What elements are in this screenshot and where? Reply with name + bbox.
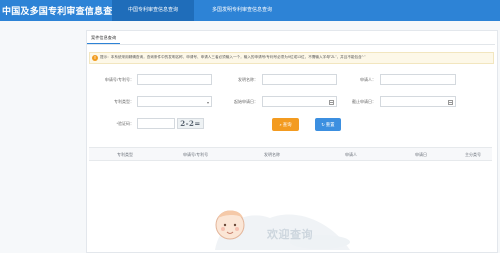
- captcha-label: *验证码：: [116, 121, 134, 126]
- search-button[interactable]: ⌕查询: [272, 118, 299, 131]
- notice-text: 提示：本系统采用精确查询，查询条件中的发明名称、申请号、申请人三者必须输入一个，…: [100, 55, 366, 59]
- patent-type-select[interactable]: ▾: [137, 96, 212, 107]
- patent-type-value[interactable]: [138, 97, 211, 106]
- site-title: 中国及多国专利审查信息查询: [2, 6, 122, 16]
- applicant-label: 申请人：: [360, 77, 376, 82]
- applicant-input[interactable]: [381, 75, 455, 84]
- start-date-label: 起始申请日：: [234, 99, 258, 104]
- search-icon: ⌕: [279, 122, 282, 127]
- tab-multi-country-query[interactable]: 多国发明专利审查信息查询: [196, 0, 288, 21]
- column-header: 申请日: [415, 151, 427, 157]
- calendar-icon[interactable]: [448, 99, 453, 105]
- column-header: 专利类型: [117, 151, 133, 157]
- column-header: 申请号/专利号: [183, 151, 209, 157]
- application-no-input[interactable]: [138, 75, 211, 84]
- reset-button[interactable]: ↻重置: [315, 118, 341, 131]
- end-date-input[interactable]: [381, 97, 455, 106]
- notice-banner: ! 提示：本系统采用精确查询，查询条件中的发明名称、申请号、申请人三者必须输入一…: [89, 52, 494, 64]
- captcha-image[interactable]: 2-2=: [177, 118, 204, 129]
- results-table-header: 专利类型 申请号/专利号 发明名称 申请人 申请日 主分类号: [89, 147, 492, 161]
- search-button-label: 查询: [282, 122, 292, 127]
- column-header: 申请人: [345, 151, 357, 157]
- captcha-field[interactable]: [137, 118, 175, 129]
- applicant-field[interactable]: [380, 74, 456, 85]
- reset-button-label: 重置: [325, 122, 335, 127]
- column-header: 主分类号: [465, 151, 481, 157]
- start-date-input[interactable]: [263, 97, 336, 106]
- application-no-field[interactable]: [137, 74, 212, 85]
- tab-case-info-query[interactable]: 案件信息查询: [87, 32, 121, 44]
- baby-face-icon: [215, 210, 245, 240]
- end-date-label: 截止申请日：: [352, 99, 376, 104]
- calendar-icon[interactable]: [329, 99, 334, 105]
- end-date-field[interactable]: [380, 96, 456, 107]
- invention-name-label: 发明名称：: [238, 77, 258, 82]
- invention-name-input[interactable]: [263, 75, 336, 84]
- chevron-down-icon: ▾: [206, 100, 209, 105]
- welcome-text: 欢迎查询: [267, 229, 313, 241]
- refresh-icon: ↻: [321, 122, 325, 127]
- application-no-label: 申请号/专利号：: [104, 77, 134, 82]
- warning-icon: !: [92, 54, 98, 61]
- column-header: 发明名称: [264, 151, 280, 157]
- start-date-field[interactable]: [262, 96, 337, 107]
- divider: [87, 44, 495, 45]
- patent-type-label: 专利类型：: [114, 99, 134, 104]
- tab-china-patent-query[interactable]: 中国专利审查信息查询: [112, 0, 194, 21]
- invention-name-field[interactable]: [262, 74, 337, 85]
- captcha-input[interactable]: [138, 119, 174, 128]
